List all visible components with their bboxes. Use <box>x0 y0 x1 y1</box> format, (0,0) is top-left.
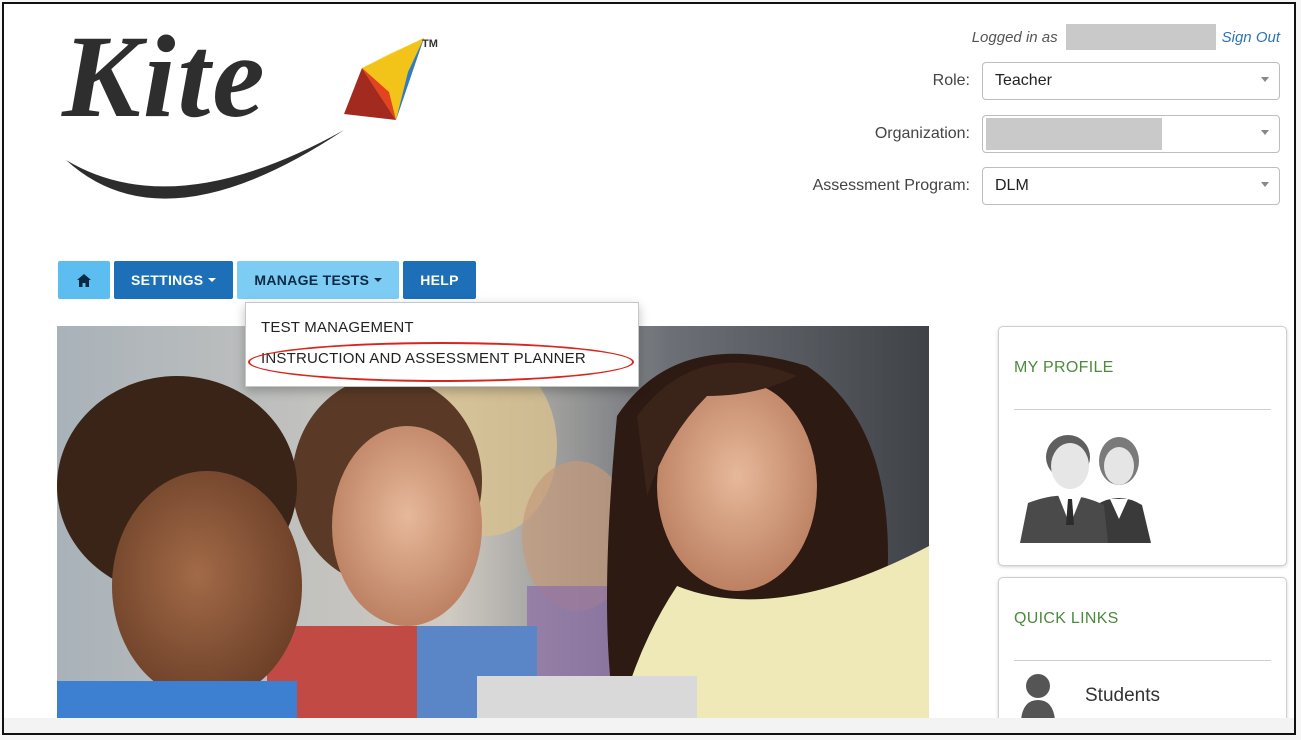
assessment-program-label: Assessment Program: <box>812 177 970 194</box>
organization-label: Organization: <box>874 125 970 142</box>
menu-item-test-management[interactable]: TEST MANAGEMENT <box>261 319 414 336</box>
quick-links-title: QUICK LINKS <box>1014 610 1119 627</box>
page-bottom-strip <box>4 718 1294 733</box>
help-button[interactable]: HELP <box>403 261 476 299</box>
main-nav: SETTINGS MANAGE TESTS HELP <box>58 261 476 299</box>
role-value: Teacher <box>995 72 1052 89</box>
chevron-down-icon <box>1261 130 1269 135</box>
app-window: Kite TM Logged in as Sign Out Role: Teac… <box>2 2 1296 735</box>
manage-tests-menu-button[interactable]: MANAGE TESTS <box>237 261 400 299</box>
assessment-program-row: Assessment Program: DLM <box>813 167 1280 205</box>
settings-menu-button[interactable]: SETTINGS <box>114 261 234 299</box>
users-profile-icon[interactable] <box>1016 433 1166 543</box>
redacted-username <box>1065 24 1216 50</box>
caret-down-icon <box>208 278 217 282</box>
home-icon <box>77 273 91 287</box>
settings-label: SETTINGS <box>131 272 204 288</box>
kite-logo-wordmark: Kite <box>62 11 267 142</box>
organization-select[interactable] <box>982 115 1280 153</box>
help-label: HELP <box>420 272 459 288</box>
assessment-program-value: DLM <box>995 177 1029 194</box>
home-button[interactable] <box>58 261 110 299</box>
quick-links-panel: QUICK LINKS Students <box>998 577 1287 733</box>
student-icon <box>1021 674 1055 720</box>
menu-item-instruction-assessment-planner[interactable]: INSTRUCTION AND ASSESSMENT PLANNER <box>261 350 586 367</box>
quick-link-students[interactable]: Students <box>1021 672 1160 720</box>
kite-logo[interactable]: Kite TM <box>44 10 444 220</box>
organization-row: Organization: <box>875 115 1280 153</box>
redacted-organization <box>986 118 1162 150</box>
logged-in-label: Logged in as <box>971 28 1058 46</box>
my-profile-panel: MY PROFILE <box>998 326 1287 566</box>
caret-down-icon <box>374 278 383 282</box>
divider <box>1014 409 1271 410</box>
quick-link-students-label: Students <box>1085 685 1160 706</box>
manage-tests-label: MANAGE TESTS <box>254 272 370 288</box>
manage-tests-dropdown: TEST MANAGEMENT INSTRUCTION AND ASSESSME… <box>245 302 639 387</box>
sign-out-link[interactable]: Sign Out <box>1222 29 1280 46</box>
assessment-program-select[interactable]: DLM <box>982 167 1280 205</box>
session-bar: Logged in as Sign Out <box>972 24 1280 50</box>
my-profile-title: MY PROFILE <box>1014 359 1114 376</box>
role-select[interactable]: Teacher <box>982 62 1280 100</box>
divider <box>1014 660 1271 661</box>
chevron-down-icon <box>1261 77 1269 82</box>
role-label: Role: <box>932 72 970 89</box>
role-row: Role: Teacher <box>933 62 1280 100</box>
chevron-down-icon <box>1261 182 1269 187</box>
trademark-mark: TM <box>422 38 438 50</box>
